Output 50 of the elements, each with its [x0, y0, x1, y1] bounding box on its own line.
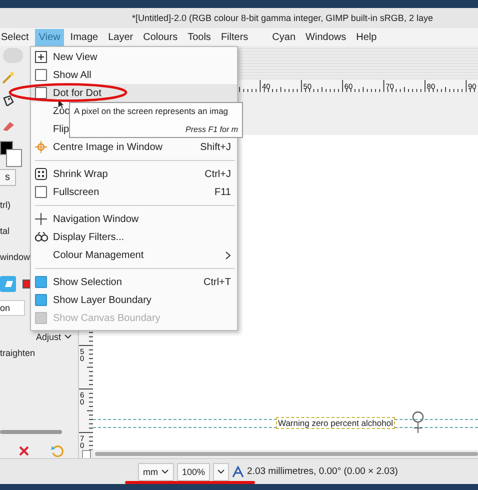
colour-swatches[interactable]: [0, 141, 22, 166]
caret-icon: [217, 468, 226, 474]
shrink-icon: [35, 168, 47, 180]
menu-item[interactable]: Layer: [104, 28, 138, 46]
scrollbar[interactable]: [0, 430, 62, 434]
list-item[interactable]: traighten: [0, 348, 36, 358]
close-icon[interactable]: [18, 445, 30, 457]
menu-item[interactable]: Image: [66, 28, 102, 46]
menu-item[interactable]: Colours: [139, 28, 182, 46]
option-label: window: [0, 252, 30, 262]
pointer-readout: 2.03 millimetres, 0.00° (0.00 × 2.03): [247, 466, 398, 477]
zoom-dropdown[interactable]: [213, 462, 230, 480]
plus-icon: [35, 51, 47, 63]
checkbox[interactable]: [35, 294, 47, 306]
window-title: *[Untitled]-2.0 (RGB colour 8-bit gamma integer, GIMP built-in sRGB, 2 laye: [132, 13, 433, 23]
caret-icon: [161, 468, 169, 474]
options-tab[interactable]: s: [0, 169, 16, 186]
menu-item[interactable]: Filters: [216, 28, 252, 46]
wand-icon[interactable]: [1, 70, 15, 84]
colour-button[interactable]: [22, 279, 32, 290]
scrollbar[interactable]: [95, 452, 478, 456]
tooltip-hint: Press F1 for m: [186, 125, 238, 134]
crosshair-icon: [411, 410, 425, 434]
caret-icon: [64, 334, 72, 340]
checkbox[interactable]: [35, 69, 47, 81]
measure-icon: [232, 466, 244, 478]
eraser-icon[interactable]: [1, 120, 15, 132]
menu-item[interactable]: New View: [31, 48, 237, 66]
checkbox[interactable]: [35, 87, 47, 99]
option-label: tal: [0, 226, 10, 236]
field-label: on: [0, 300, 26, 316]
text-layer[interactable]: Warning zero percent alchohol: [276, 417, 395, 429]
glasses-icon: [34, 232, 48, 242]
checkbox[interactable]: [35, 186, 47, 198]
menu-item[interactable]: Cyan: [268, 28, 300, 46]
shape-button[interactable]: [0, 276, 16, 292]
option-label: trl): [0, 200, 10, 210]
menu-item[interactable]: Select: [0, 28, 33, 46]
adjust-dropdown[interactable]: Adjust: [36, 332, 72, 342]
target-icon: [35, 141, 47, 153]
unit-dropdown[interactable]: mm: [138, 462, 174, 480]
menu-item[interactable]: Windows: [302, 28, 350, 46]
reset-icon[interactable]: [50, 444, 64, 458]
checkbox[interactable]: [35, 276, 47, 288]
crosshair-icon: [35, 213, 47, 225]
menu-item[interactable]: Show All: [31, 66, 237, 84]
menu-item[interactable]: Tools: [184, 28, 215, 46]
menu-item[interactable]: Help: [352, 28, 381, 46]
zoom-field[interactable]: 100%: [177, 462, 210, 480]
tag-icon[interactable]: [1, 94, 15, 106]
